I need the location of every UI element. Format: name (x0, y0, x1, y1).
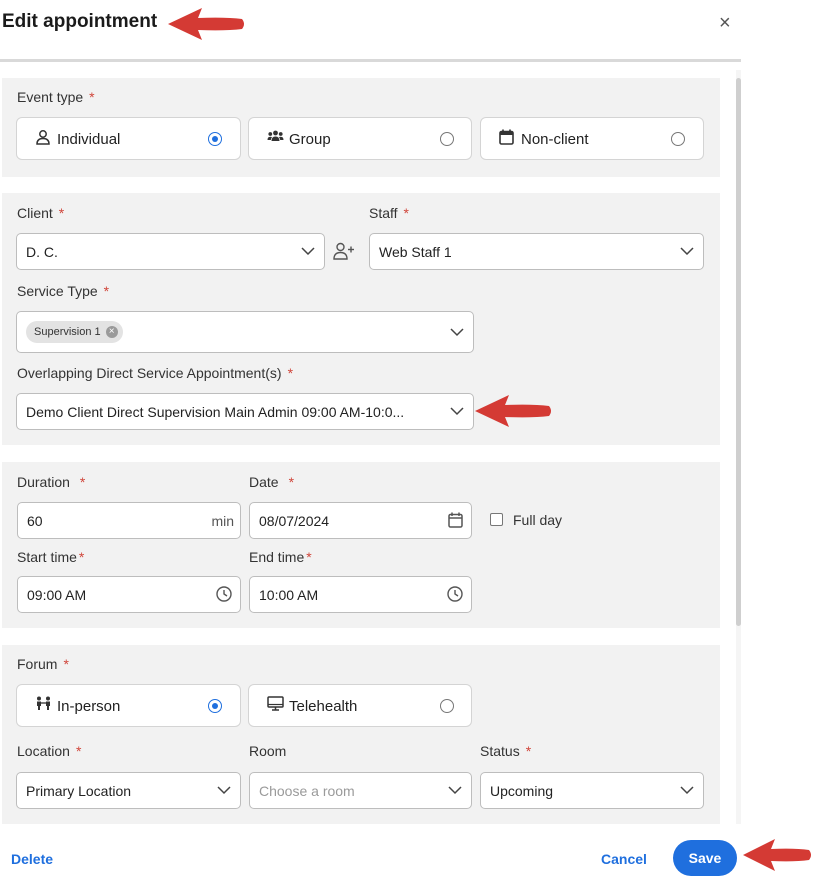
scrollbar-thumb[interactable] (736, 78, 741, 626)
forum-label: Forum * (17, 656, 69, 672)
room-select[interactable]: Choose a room (249, 772, 472, 809)
group-icon (267, 129, 284, 148)
clock-icon[interactable] (216, 586, 232, 607)
client-select[interactable]: D. C. (16, 233, 325, 270)
event-type-group[interactable]: Group (248, 117, 472, 160)
event-type-group-label: Group (289, 131, 331, 148)
service-type-chip: Supervision 1 × (26, 321, 123, 343)
event-type-individual[interactable]: Individual (16, 117, 241, 160)
annotation-arrow-icon (743, 839, 811, 871)
cancel-button[interactable]: Cancel (601, 851, 647, 867)
status-label: Status * (480, 743, 532, 759)
add-client-icon[interactable] (333, 242, 355, 265)
individual-radio[interactable] (208, 132, 222, 146)
chevron-down-icon (301, 244, 315, 258)
date-label: Date * (249, 474, 295, 490)
non-client-radio[interactable] (671, 132, 685, 146)
event-type-section: Event type * Individual Group Non-client (2, 78, 720, 177)
status-select[interactable]: Upcoming (480, 772, 704, 809)
start-time-value: 09:00 AM (27, 587, 87, 603)
forum-telehealth-label: Telehealth (289, 698, 358, 715)
delete-button[interactable]: Delete (11, 851, 53, 867)
chevron-down-icon (450, 325, 464, 339)
start-time-label: Start time * (17, 549, 85, 565)
overlapping-value: Demo Client Direct Supervision Main Admi… (26, 404, 405, 420)
end-time-value: 10:00 AM (259, 587, 319, 603)
annotation-arrow-icon (168, 8, 244, 40)
staff-select[interactable]: Web Staff 1 (369, 233, 704, 270)
service-type-chip-label: Supervision 1 (34, 326, 101, 338)
person-icon (35, 129, 51, 149)
room-label: Room (249, 743, 287, 759)
chevron-down-icon (448, 783, 462, 797)
room-placeholder: Choose a room (259, 783, 355, 799)
duration-label: Duration * (17, 474, 86, 490)
chip-remove-icon[interactable]: × (105, 326, 118, 338)
location-select[interactable]: Primary Location (16, 772, 241, 809)
dialog-header: Edit appointment × (0, 0, 741, 62)
duration-unit: min (211, 513, 234, 529)
full-day-label: Full day (513, 512, 563, 528)
dialog-title: Edit appointment (2, 11, 158, 32)
location-label: Location * (17, 743, 82, 759)
full-day-checkbox[interactable] (490, 513, 503, 526)
service-type-select[interactable]: Supervision 1 × (16, 311, 474, 353)
chevron-down-icon (217, 783, 231, 797)
staff-label: Staff * (369, 205, 409, 221)
forum-in-person[interactable]: In-person (16, 684, 241, 727)
duration-value: 60 (27, 513, 43, 529)
in-person-radio[interactable] (208, 699, 222, 713)
date-input[interactable]: 08/07/2024 (249, 502, 472, 539)
overlapping-label: Overlapping Direct Service Appointment(s… (17, 365, 294, 381)
calendar-icon[interactable] (448, 512, 463, 533)
calendar-icon (499, 129, 514, 149)
monitor-icon (267, 696, 284, 715)
forum-in-person-label: In-person (57, 698, 121, 715)
group-radio[interactable] (440, 132, 454, 146)
time-section: Duration * Date * 60 min 08/07/2024 Full d… (2, 462, 720, 628)
location-value: Primary Location (26, 783, 132, 799)
in-person-icon (35, 696, 52, 715)
close-icon[interactable]: × (719, 12, 731, 34)
forum-telehealth[interactable]: Telehealth (248, 684, 472, 727)
chevron-down-icon (450, 404, 464, 418)
staff-value: Web Staff 1 (379, 244, 452, 260)
event-type-individual-label: Individual (57, 131, 121, 148)
event-type-label: Event type * (17, 89, 95, 105)
end-time-input[interactable]: 10:00 AM (249, 576, 472, 613)
client-value: D. C. (26, 244, 58, 260)
start-time-input[interactable]: 09:00 AM (17, 576, 241, 613)
client-section: Client * Staff * D. C. Web Staff 1 Service… (2, 193, 720, 445)
duration-input[interactable]: 60 min (17, 502, 241, 539)
telehealth-radio[interactable] (440, 699, 454, 713)
client-label: Client * (17, 205, 65, 221)
service-type-label: Service Type * (17, 283, 110, 299)
date-value: 08/07/2024 (259, 513, 330, 529)
annotation-arrow-icon (475, 395, 551, 427)
forum-section: Forum * In-person Telehealth Location * Ro… (2, 645, 720, 825)
chevron-down-icon (680, 783, 694, 797)
event-type-non-client-label: Non-client (521, 131, 589, 148)
end-time-label: End time * (249, 549, 312, 565)
status-value: Upcoming (490, 783, 554, 799)
clock-icon[interactable] (447, 586, 463, 607)
event-type-non-client[interactable]: Non-client (480, 117, 704, 160)
overlapping-select[interactable]: Demo Client Direct Supervision Main Admi… (16, 393, 474, 430)
chevron-down-icon (680, 244, 694, 258)
save-button[interactable]: Save (673, 840, 737, 876)
